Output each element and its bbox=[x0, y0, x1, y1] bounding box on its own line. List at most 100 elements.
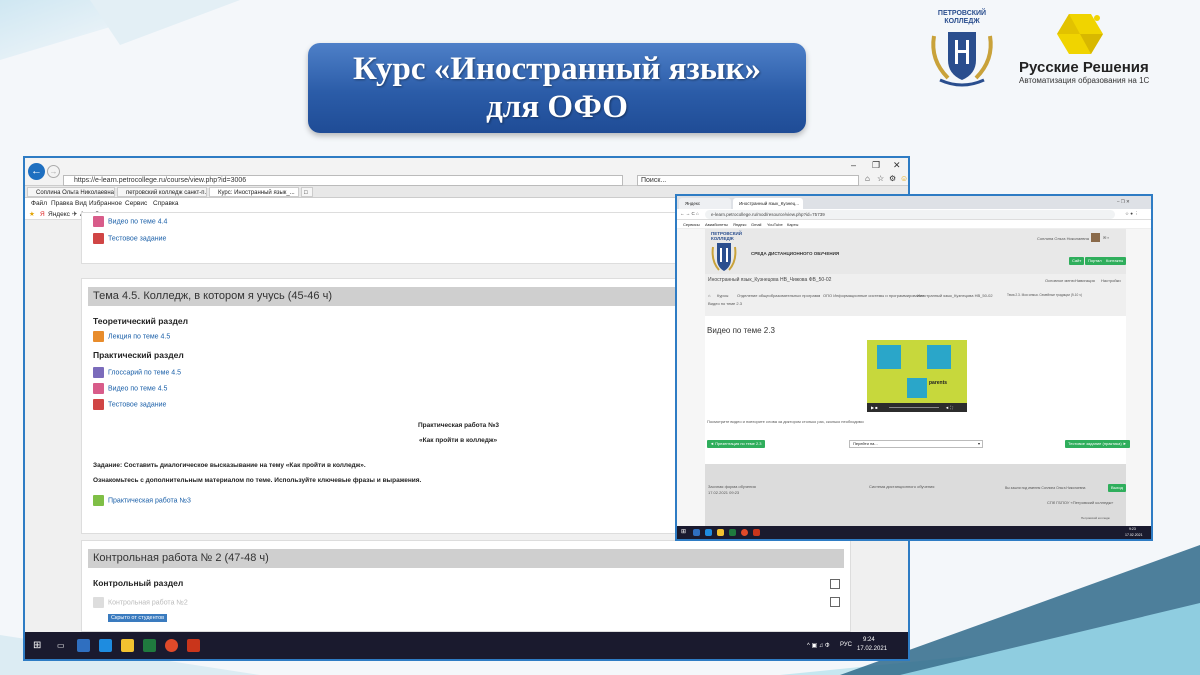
header-button-site[interactable]: Сайт bbox=[1069, 257, 1085, 265]
footer-small: Петровский колледж bbox=[1081, 516, 1110, 520]
activity-label: Практическая работа №3 bbox=[108, 497, 191, 505]
video-progress[interactable] bbox=[889, 407, 939, 408]
excel-icon[interactable] bbox=[143, 639, 156, 652]
ie-tab[interactable]: петровский колледж санкт-п... bbox=[117, 187, 207, 197]
powerpoint-icon[interactable] bbox=[187, 639, 200, 652]
explorer-icon[interactable] bbox=[717, 529, 724, 536]
breadcrumb-item[interactable]: Отделение общеобразовательных программ bbox=[737, 293, 820, 298]
breadcrumb-item[interactable]: Тема 2.3. Моя семья. Семейные традиции (… bbox=[1007, 293, 1082, 297]
ie-icon[interactable] bbox=[705, 529, 712, 536]
ie-tab[interactable]: Соплина Ольга Николаевна -... bbox=[27, 187, 115, 197]
bookmark[interactable]: Яндекс bbox=[733, 220, 746, 229]
new-tab-icon[interactable]: □ bbox=[301, 187, 313, 197]
bookmark[interactable]: YouTube bbox=[767, 220, 783, 229]
header-button-contacts[interactable]: Контакты bbox=[1103, 257, 1127, 265]
message-icon[interactable]: ✉ ▪ bbox=[1103, 235, 1109, 240]
menu-item-tools[interactable]: Сервис bbox=[125, 199, 147, 209]
chrome-url-field[interactable]: e-learn.petrocollege.ru/mod/resource/vie… bbox=[705, 210, 1115, 219]
back-arrow-icon[interactable]: ← bbox=[28, 163, 45, 180]
outlook-icon[interactable] bbox=[693, 529, 700, 536]
explorer-icon[interactable] bbox=[121, 639, 134, 652]
course-link[interactable]: Навигация bbox=[1075, 278, 1095, 283]
outlook-icon[interactable] bbox=[77, 639, 90, 652]
bookmark[interactable]: Авиабилеты bbox=[705, 220, 728, 229]
taskbar-time: 9:24 bbox=[863, 637, 875, 643]
completion-checkbox[interactable] bbox=[830, 579, 840, 589]
powerpoint-icon[interactable] bbox=[753, 529, 760, 536]
window-controls[interactable]: – ❐ ✕ bbox=[1117, 199, 1130, 205]
activity-video-4-4[interactable]: Видео по теме 4.4 bbox=[93, 216, 167, 228]
menu-item-favorites[interactable]: Избранное bbox=[89, 199, 122, 209]
star-menu-icon[interactable]: ☆ ● ⋮ bbox=[1125, 211, 1139, 217]
smiley-icon[interactable]: ☺ bbox=[900, 174, 908, 183]
bookmark[interactable]: Карты bbox=[787, 220, 798, 229]
tray-icons[interactable]: ^ ▣ ♫ Ф bbox=[807, 642, 830, 649]
task-suffix: ». bbox=[360, 462, 366, 469]
maximize-icon[interactable]: ❐ bbox=[872, 160, 880, 171]
chrome-tab[interactable]: Яндекс bbox=[679, 198, 731, 209]
control-card: Контрольная работа № 2 (47-48 ч) Контрол… bbox=[81, 540, 851, 632]
windows-start-icon[interactable]: ⊞ bbox=[681, 528, 686, 535]
ie-address-bar-row: ← → https://e-learn.petrocollege.ru/cour… bbox=[25, 158, 908, 186]
activity-glossary[interactable]: Глоссарий по теме 4.5 bbox=[93, 367, 181, 379]
video-controls[interactable]: ▶ ■ ◄ ⛶ bbox=[867, 403, 967, 412]
windows-start-icon[interactable]: ⊞ bbox=[33, 640, 41, 651]
activity-video-4-5[interactable]: Видео по теме 4.5 bbox=[93, 383, 167, 395]
jump-to-select[interactable]: Перейти на... ▾ bbox=[849, 440, 983, 448]
settings-gear-icon[interactable]: ⚙ bbox=[889, 174, 896, 183]
menu-item-view[interactable]: Вид bbox=[75, 199, 87, 209]
bookmark[interactable]: Сервисы bbox=[683, 220, 700, 229]
prev-activity-button[interactable]: ◄ Презентация по теме 2.3 bbox=[707, 440, 765, 448]
breadcrumb-item[interactable]: Курсы bbox=[717, 293, 728, 298]
menu-item-help[interactable]: Справка bbox=[153, 199, 179, 209]
nav-arrows-icon[interactable]: ← → C ⌂ bbox=[680, 211, 699, 216]
minimize-icon[interactable]: – bbox=[851, 160, 856, 170]
menu-item-edit[interactable]: Правка bbox=[51, 199, 73, 209]
chrome-icon[interactable] bbox=[165, 639, 178, 652]
activity-test-4-5[interactable]: Тестовое задание bbox=[93, 399, 166, 411]
ie-icon[interactable] bbox=[99, 639, 112, 652]
home-icon[interactable]: ⌂ bbox=[865, 174, 870, 183]
bookmark[interactable]: Gmail bbox=[751, 220, 761, 229]
practical-work-subtitle: «Как пройти в колледж» bbox=[419, 437, 498, 444]
course-link[interactable]: Основное меню bbox=[1045, 278, 1075, 283]
home-icon[interactable]: ⌂ bbox=[708, 293, 710, 298]
activity-practical-work[interactable]: Практическая работа №3 bbox=[93, 495, 191, 507]
activity-lecture[interactable]: Лекция по теме 4.5 bbox=[93, 331, 170, 343]
chrome-icon[interactable] bbox=[741, 529, 748, 536]
breadcrumb-item[interactable]: ОПО Информационные системы и программиро… bbox=[823, 293, 924, 298]
ie-search-field[interactable]: Поиск... bbox=[637, 175, 859, 186]
activity-test[interactable]: Тестовое задание bbox=[93, 233, 166, 245]
header-college-name: ПЕТРОВСКИЙ КОЛЛЕДЖ bbox=[711, 231, 742, 241]
favorites-star-icon[interactable]: ☆ bbox=[877, 174, 884, 183]
breadcrumb-item[interactable]: Иностранный язык_Кузнецова НВ_50-02 bbox=[917, 293, 993, 298]
taskbar-lang[interactable]: РУС bbox=[840, 642, 852, 648]
excel-icon[interactable] bbox=[729, 529, 736, 536]
course-link[interactable]: Настройки bbox=[1101, 278, 1121, 283]
next-activity-button[interactable]: Тестовое задание (практика) ► bbox=[1065, 440, 1130, 448]
header-env-name: СРЕДА ДИСТАНЦИОННОГО ОБУЧЕНИЯ bbox=[751, 251, 840, 256]
activity-control-work[interactable]: Контрольная работа №2 bbox=[93, 597, 188, 609]
completion-checkbox[interactable] bbox=[830, 597, 840, 607]
favorites-star-icon: ★ bbox=[29, 211, 35, 218]
slide-title: Курс «Иностранный язык» для ОФО bbox=[308, 43, 806, 133]
forward-arrow-icon[interactable]: → bbox=[47, 165, 60, 178]
header-button-portal[interactable]: Портал bbox=[1085, 257, 1105, 265]
control-heading: Контрольный раздел bbox=[93, 578, 184, 588]
play-icon[interactable]: ▶ ■ bbox=[871, 405, 878, 410]
jump-to-label: Перейти на... bbox=[853, 441, 878, 446]
close-icon[interactable]: ✕ bbox=[893, 160, 901, 171]
chrome-tab-active[interactable]: Иностранный язык_Кузнец... bbox=[733, 198, 803, 209]
fav-yandex[interactable]: Яндекс bbox=[48, 209, 70, 220]
volume-icon[interactable]: ◄ ⛶ bbox=[945, 405, 953, 410]
header-user-name[interactable]: Соплина Ольга Николаевна bbox=[1037, 236, 1089, 241]
avatar[interactable] bbox=[1091, 233, 1100, 242]
video-player[interactable]: parents ▶ ■ ◄ ⛶ bbox=[867, 340, 967, 412]
ie-url-field[interactable]: https://e-learn.petrocollege.ru/course/v… bbox=[63, 175, 623, 186]
logout-button[interactable]: Выход bbox=[1108, 484, 1126, 492]
ie-tab-active[interactable]: Курс: Иностранный язык_... bbox=[209, 187, 299, 197]
menu-item-file[interactable]: Файл bbox=[31, 199, 47, 209]
video-caption: parents bbox=[929, 380, 948, 386]
lecture-icon bbox=[93, 331, 104, 342]
task-view-icon[interactable]: ▭ bbox=[57, 641, 65, 650]
